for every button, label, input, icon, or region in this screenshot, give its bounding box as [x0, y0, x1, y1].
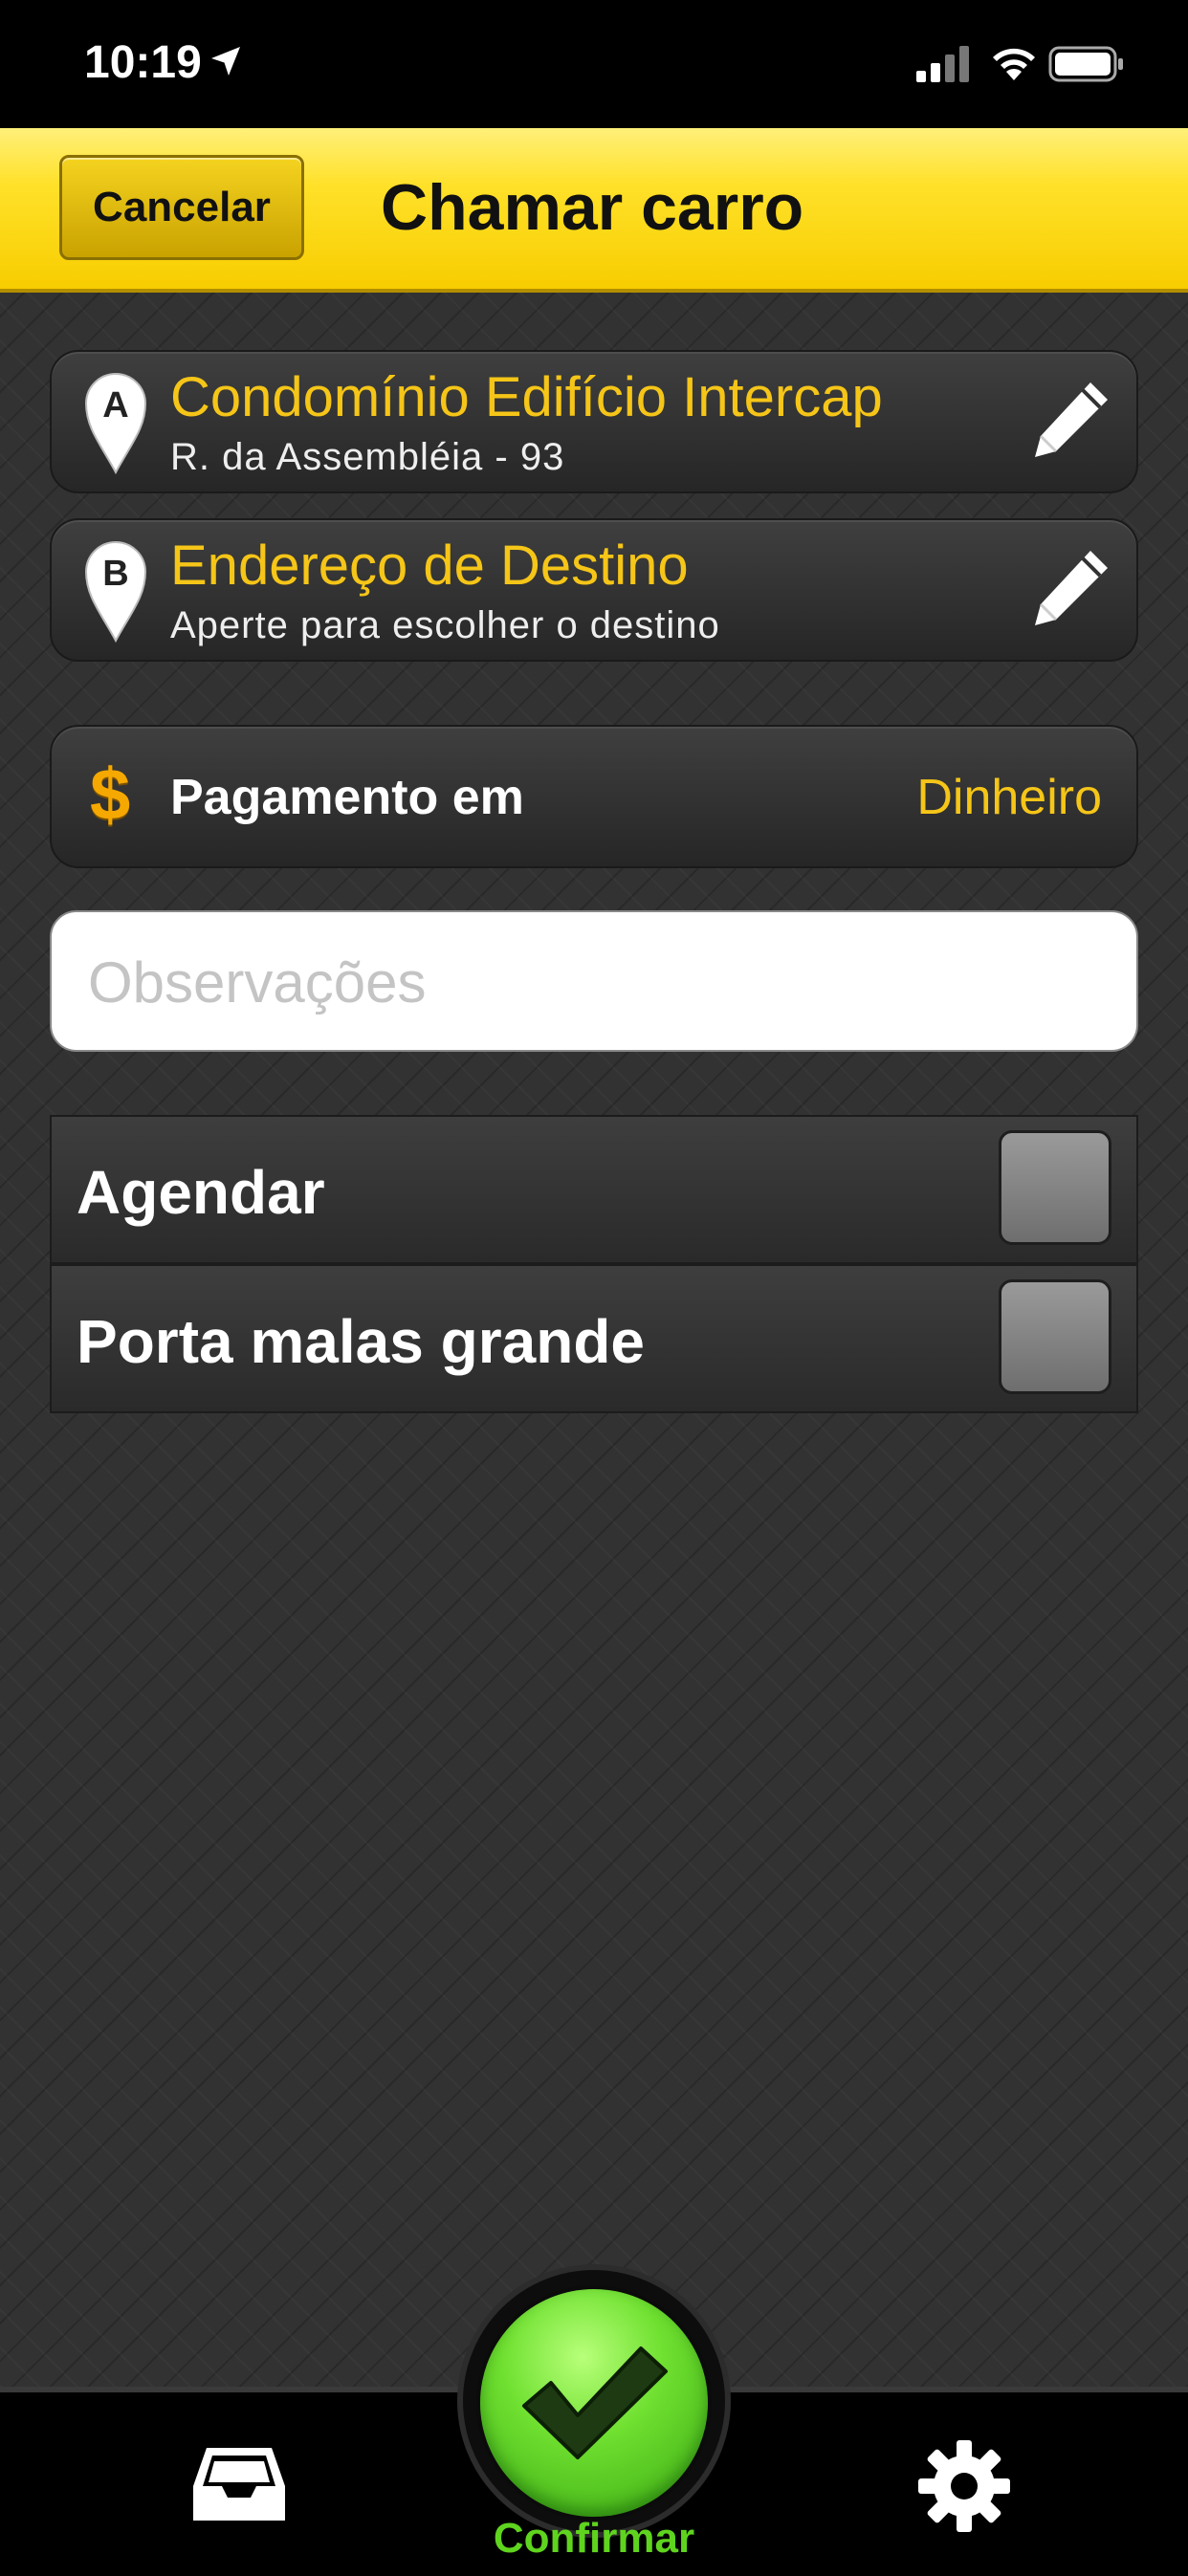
cancel-button[interactable]: Cancelar — [59, 155, 304, 260]
payment-value: Dinheiro — [916, 770, 1102, 825]
option-label: Agendar — [77, 1158, 325, 1227]
schedule-checkbox[interactable] — [999, 1130, 1111, 1245]
option-row-large-trunk[interactable]: Porta malas grande — [50, 1264, 1138, 1413]
cellular-signal-icon — [916, 46, 969, 82]
origin-subtitle: R. da Assembléia - 93 — [170, 436, 565, 478]
destination-subtitle: Aperte para escolher o destino — [170, 604, 720, 646]
payment-method-card[interactable]: $ Pagamento em Dinheiro — [50, 725, 1138, 868]
wifi-icon — [993, 48, 1035, 80]
inbox-icon[interactable] — [189, 2444, 289, 2524]
pin-letter-a: A — [102, 385, 128, 426]
origin-title: Condomínio Edifício Intercap — [170, 366, 883, 428]
payment-label: Pagamento em — [170, 770, 524, 825]
page-title: Chamar carro — [381, 171, 804, 244]
dollar-icon: $ — [90, 754, 131, 836]
battery-icon — [1048, 46, 1123, 82]
pin-letter-b: B — [102, 554, 128, 594]
confirm-button[interactable] — [480, 2289, 708, 2517]
observations-field-container — [50, 910, 1138, 1052]
observations-input[interactable] — [86, 912, 1104, 1052]
checkmark-icon — [522, 2347, 668, 2459]
edit-pencil-icon[interactable] — [1023, 543, 1115, 635]
edit-pencil-icon[interactable] — [1023, 375, 1115, 467]
map-pin-a-icon: A — [84, 373, 147, 474]
large-trunk-checkbox[interactable] — [999, 1279, 1111, 1394]
status-time: 10:19 — [84, 37, 202, 88]
destination-address-card[interactable]: B Endereço de Destino Aperte para escolh… — [50, 518, 1138, 662]
confirm-label[interactable]: Confirmar — [0, 2515, 1188, 2563]
destination-title: Endereço de Destino — [170, 535, 689, 597]
navigation-bar: Cancelar Chamar carro — [0, 128, 1188, 293]
option-row-schedule[interactable]: Agendar — [50, 1115, 1138, 1264]
option-label: Porta malas grande — [77, 1307, 645, 1376]
origin-address-card[interactable]: A Condomínio Edifício Intercap R. da Ass… — [50, 350, 1138, 493]
map-pin-b-icon: B — [84, 541, 147, 643]
status-bar: 10:19 — [0, 0, 1188, 128]
location-arrow-icon — [211, 47, 240, 76]
